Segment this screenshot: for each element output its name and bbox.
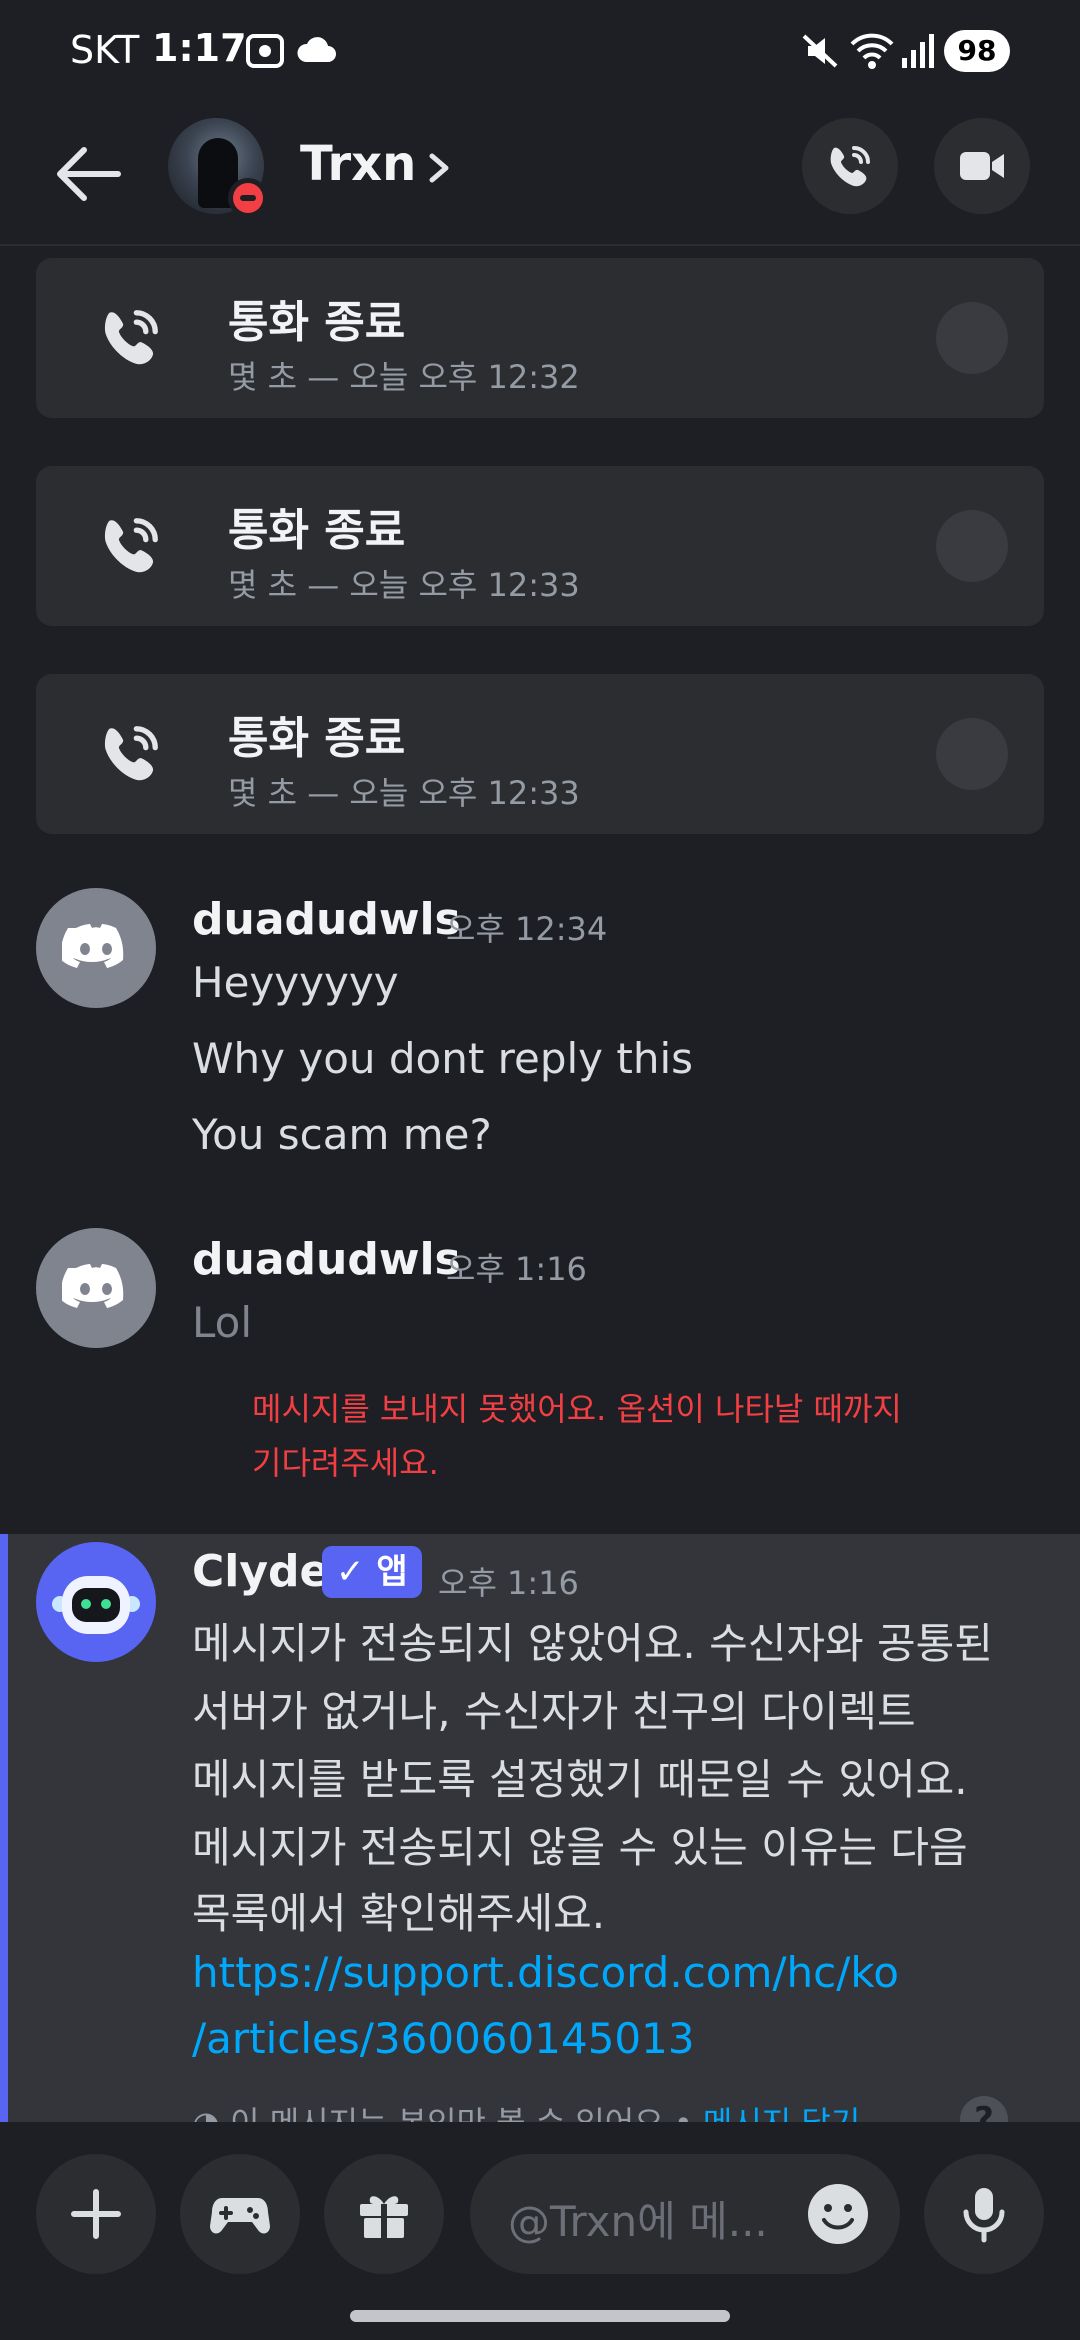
dnd-status-icon — [228, 178, 268, 218]
voice-message-button[interactable] — [924, 2154, 1044, 2274]
cloud-icon — [297, 37, 336, 62]
microphone-icon — [963, 2188, 1005, 2243]
call-back-button[interactable] — [936, 718, 1008, 790]
phone-call-icon — [830, 146, 870, 187]
message-input[interactable]: @Trxn에 메... — [470, 2154, 900, 2274]
home-indicator[interactable] — [350, 2310, 730, 2322]
phone-call-icon — [104, 726, 158, 781]
send-error-text: 기다려주세요. — [252, 1444, 439, 1482]
call-ended-card: 통화 종료 몇 초 — 오늘 오후 12:32 — [36, 258, 1044, 418]
call-ended-card: 통화 종료 몇 초 — 오늘 오후 12:33 — [36, 466, 1044, 626]
add-attachment-button[interactable] — [36, 2154, 156, 2274]
message-text: 메시지가 전송되지 않았어요. 수신자와 공통된 — [192, 1619, 993, 1668]
gamepad-icon — [210, 2198, 270, 2234]
clyde-avatar[interactable] — [36, 1542, 156, 1662]
message-text[interactable]: Why you dont reply this — [192, 1034, 693, 1083]
robot-icon — [52, 1576, 140, 1634]
emoji-icon[interactable] — [806, 2182, 870, 2246]
call-title: 통화 종료 — [228, 713, 406, 764]
plus-icon — [71, 2189, 121, 2239]
phone-call-icon — [104, 518, 158, 573]
message-input-placeholder: @Trxn에 메... — [508, 2197, 768, 2246]
discord-logo-icon — [62, 924, 124, 968]
call-title: 통화 종료 — [228, 297, 406, 348]
call-back-button[interactable] — [936, 302, 1008, 374]
gift-icon — [360, 2196, 408, 2238]
avatar[interactable] — [36, 888, 156, 1008]
mute-icon — [802, 34, 838, 68]
screen: SKT 1:17 98 Trxn 통화 종료 몇 초 — 오늘 오후 12:32… — [0, 0, 1080, 2340]
video-camera-icon — [960, 152, 1004, 180]
message-text: 메시지가 전송되지 않을 수 있는 이유는 다음 — [192, 1823, 968, 1872]
activities-button[interactable] — [180, 2154, 300, 2274]
message-author[interactable]: duadudwls — [192, 894, 461, 945]
clock: 1:17 — [152, 26, 247, 70]
signal-icon — [902, 34, 934, 68]
support-link[interactable]: https://support.discord.com/hc/ko — [192, 1948, 899, 1997]
wifi-icon — [850, 33, 894, 69]
message-text[interactable]: You scam me? — [192, 1110, 492, 1159]
message-timestamp: 오후 12:34 — [446, 910, 608, 948]
message-timestamp: 오후 1:16 — [446, 1250, 587, 1288]
call-title: 통화 종료 — [228, 505, 406, 556]
message-timestamp: 오후 1:16 — [438, 1564, 579, 1602]
gift-button[interactable] — [324, 2154, 444, 2274]
app-badge: ✓ 앱 — [322, 1546, 422, 1598]
battery-indicator: 98 — [944, 30, 1010, 72]
send-error-text: 메시지를 보내지 못했어요. 옵션이 나타날 때까지 — [252, 1390, 902, 1428]
status-bar: SKT 1:17 98 — [0, 0, 1080, 104]
call-back-button[interactable] — [936, 510, 1008, 582]
message-author[interactable]: duadudwls — [192, 1234, 461, 1285]
phone-call-icon — [104, 310, 158, 365]
message-text: 서버가 없거나, 수신자가 친구의 다이렉트 — [192, 1687, 916, 1736]
avatar[interactable] — [36, 1228, 156, 1348]
support-link[interactable]: /articles/360060145013 — [192, 2014, 695, 2063]
call-ended-card: 통화 종료 몇 초 — 오늘 오후 12:33 — [36, 674, 1044, 834]
chevron-right-icon[interactable] — [424, 148, 454, 188]
back-arrow-icon[interactable] — [48, 134, 128, 214]
chat-header: Trxn — [0, 104, 1080, 246]
recipient-name[interactable]: Trxn — [300, 136, 416, 192]
composer-bar: @Trxn에 메... — [0, 2122, 1080, 2340]
message-author[interactable]: Clyde — [192, 1546, 329, 1597]
carrier-label: SKT — [70, 28, 140, 72]
call-subtitle: 몇 초 — 오늘 오후 12:33 — [228, 774, 580, 812]
voice-call-button[interactable] — [802, 118, 898, 214]
call-subtitle: 몇 초 — 오늘 오후 12:33 — [228, 566, 580, 604]
failed-message-text[interactable]: Lol — [192, 1298, 252, 1347]
screenshot-icon — [246, 34, 284, 68]
call-subtitle: 몇 초 — 오늘 오후 12:32 — [228, 358, 580, 396]
message-text: 메시지를 받도록 설정했기 때문일 수 있어요. — [192, 1755, 968, 1804]
video-call-button[interactable] — [934, 118, 1030, 214]
ephemeral-accent-bar — [0, 1534, 8, 2124]
message-text[interactable]: Heyyyyyy — [192, 958, 399, 1007]
message-text: 목록에서 확인해주세요. — [192, 1889, 606, 1938]
discord-logo-icon — [62, 1264, 124, 1308]
